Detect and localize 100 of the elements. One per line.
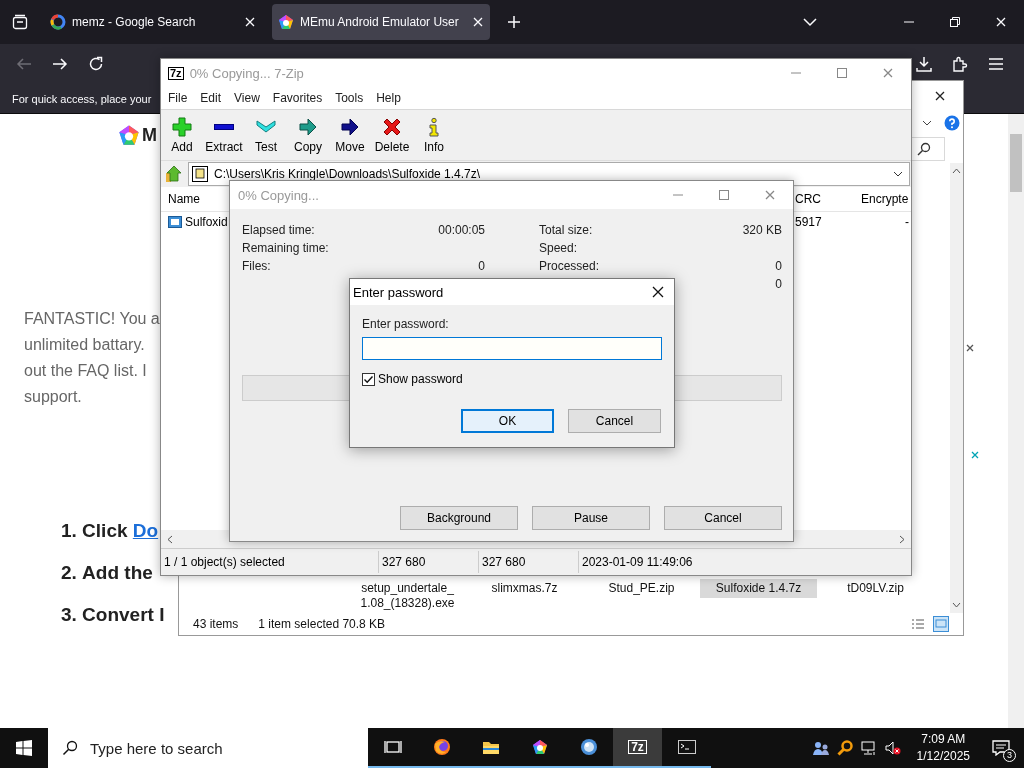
tab-list-icon[interactable] [12, 14, 28, 30]
search-icon [62, 740, 78, 756]
status-cell: 327 680 [379, 551, 479, 573]
minus-icon [214, 123, 234, 130]
file-name[interactable]: Sulfoxide 1.4.7z [700, 579, 817, 598]
window-title: 0% Copying... [238, 187, 319, 203]
arrow-right-icon [299, 117, 317, 136]
link[interactable]: Do [132, 520, 159, 541]
file-name[interactable]: Stud_PE.zip [583, 579, 700, 613]
globe-icon [579, 738, 598, 756]
taskbar-button[interactable]: 7z [613, 728, 662, 768]
plus-icon [172, 116, 192, 137]
chevron-down-icon [256, 120, 276, 133]
volume-muted-icon[interactable] [884, 740, 901, 756]
chevron-right-icon [899, 534, 905, 544]
menu-item[interactable]: Edit [200, 91, 222, 105]
dialog-button[interactable]: OK [461, 409, 554, 433]
search-field[interactable]: Type here to search [48, 728, 368, 768]
stat-value: 0 [775, 277, 782, 291]
table-cell-text: - [904, 215, 910, 229]
list-item: 3. Convert I [61, 603, 165, 627]
dialog-button[interactable]: Pause [532, 506, 650, 530]
toolbar-button[interactable]: Info [413, 116, 455, 154]
toolbar-button[interactable]: Move [329, 116, 371, 154]
menu-item[interactable]: Favorites [272, 91, 323, 105]
forward-arrow-icon[interactable] [52, 56, 68, 72]
menu-item[interactable]: Help [376, 91, 401, 105]
list-item: 2. Add the [61, 561, 153, 585]
plus-icon[interactable] [506, 14, 522, 30]
chevron-left-icon [167, 534, 173, 544]
status-cell: 327 680 [479, 551, 579, 573]
close-icon[interactable] [651, 285, 665, 299]
toolbar-button[interactable]: Delete [371, 116, 413, 154]
search-field[interactable]: Type here to search [88, 738, 352, 758]
maximize-icon[interactable] [836, 67, 848, 79]
file-name[interactable]: slimxmas.7z [466, 579, 583, 613]
chevron-down-icon [952, 602, 961, 608]
checkbox[interactable] [362, 372, 375, 386]
status-cell: 1 / 1 object(s) selected [161, 551, 379, 573]
file-name[interactable]: tD09LV.zip [817, 579, 934, 613]
field-label: Enter password: [362, 317, 450, 331]
logo-text[interactable]: M [142, 124, 157, 146]
file-name[interactable]: setup_undertale_ 1.08_(18328).exe [349, 579, 466, 613]
browser-tab[interactable]: MEmu Android Emulator User [272, 4, 490, 40]
stat-label: Processed: [539, 259, 600, 273]
terminal-icon [677, 738, 696, 756]
toolbar-button[interactable]: Test [245, 116, 287, 154]
archive-file-icon [168, 216, 182, 228]
people-icon[interactable] [812, 740, 829, 756]
checkbox-label[interactable]: Show password [378, 372, 463, 386]
download-icon[interactable] [916, 56, 932, 72]
close-icon[interactable] [965, 343, 975, 353]
folder-up-icon[interactable] [165, 165, 183, 183]
tiles-view-icon[interactable] [933, 616, 949, 632]
status-cell-text: 2023-01-09 11:49:06 [581, 554, 694, 571]
maximize-icon[interactable] [718, 189, 730, 201]
magnifier-icon[interactable] [836, 740, 853, 756]
colorful-ring-icon [50, 14, 66, 30]
status-text: 1 item selected 70.8 KB [258, 617, 386, 631]
stat-label: Speed: [539, 241, 578, 255]
toolbar-button[interactable]: Add [161, 116, 203, 154]
window-title: Enter password [353, 284, 444, 300]
pentagon-logo-icon[interactable] [118, 124, 140, 146]
password-field[interactable] [362, 337, 662, 360]
stat-value: 0 [775, 259, 782, 273]
menu-item[interactable]: Tools [335, 91, 364, 105]
close-icon[interactable] [934, 90, 946, 102]
help-icon[interactable] [944, 115, 960, 131]
stat-value: 0 [478, 259, 485, 273]
dialog-button[interactable]: Cancel [664, 506, 782, 530]
chevron-up-icon [952, 168, 961, 174]
stat-label: Remaining time: [242, 241, 329, 255]
reload-icon[interactable] [88, 56, 104, 72]
table-cell: Sulfoxid [185, 215, 228, 229]
toolbar-button[interactable]: Copy [287, 116, 329, 154]
clock[interactable]: 7:09 AM 1/12/2025 [908, 731, 978, 765]
menu-item[interactable]: File [168, 91, 188, 105]
dialog-button[interactable]: Background [400, 506, 518, 530]
toolbar-button[interactable]: Extract [203, 116, 245, 154]
list-item: 1. Click Do [61, 519, 159, 543]
window-title: 0% Copying... 7-Zip [189, 65, 304, 81]
stat-value: 00:00:05 [438, 223, 485, 237]
column-header[interactable]: CRC [791, 192, 859, 206]
menu-icon[interactable] [988, 56, 1004, 72]
status-text: 43 items [193, 617, 239, 631]
browser-tab[interactable]: memz - Google Search [44, 4, 262, 40]
stat-label: Files: [242, 259, 271, 273]
restore-icon[interactable] [949, 16, 961, 28]
puzzle-piece-icon[interactable] [952, 56, 968, 72]
windows-logo-icon[interactable] [16, 740, 32, 756]
network-icon[interactable] [860, 740, 877, 756]
archive-icon [192, 166, 208, 182]
app-icon: 7z [168, 66, 184, 80]
dialog-button[interactable]: Cancel [568, 409, 661, 433]
chevron-down-icon [893, 169, 903, 179]
notification-button[interactable]: 3 [978, 728, 1024, 768]
arrow-right-icon [341, 117, 359, 136]
menu-item[interactable]: View [234, 91, 260, 105]
column-header[interactable]: Encrypte [859, 192, 911, 206]
chevron-down-icon[interactable] [922, 118, 932, 128]
